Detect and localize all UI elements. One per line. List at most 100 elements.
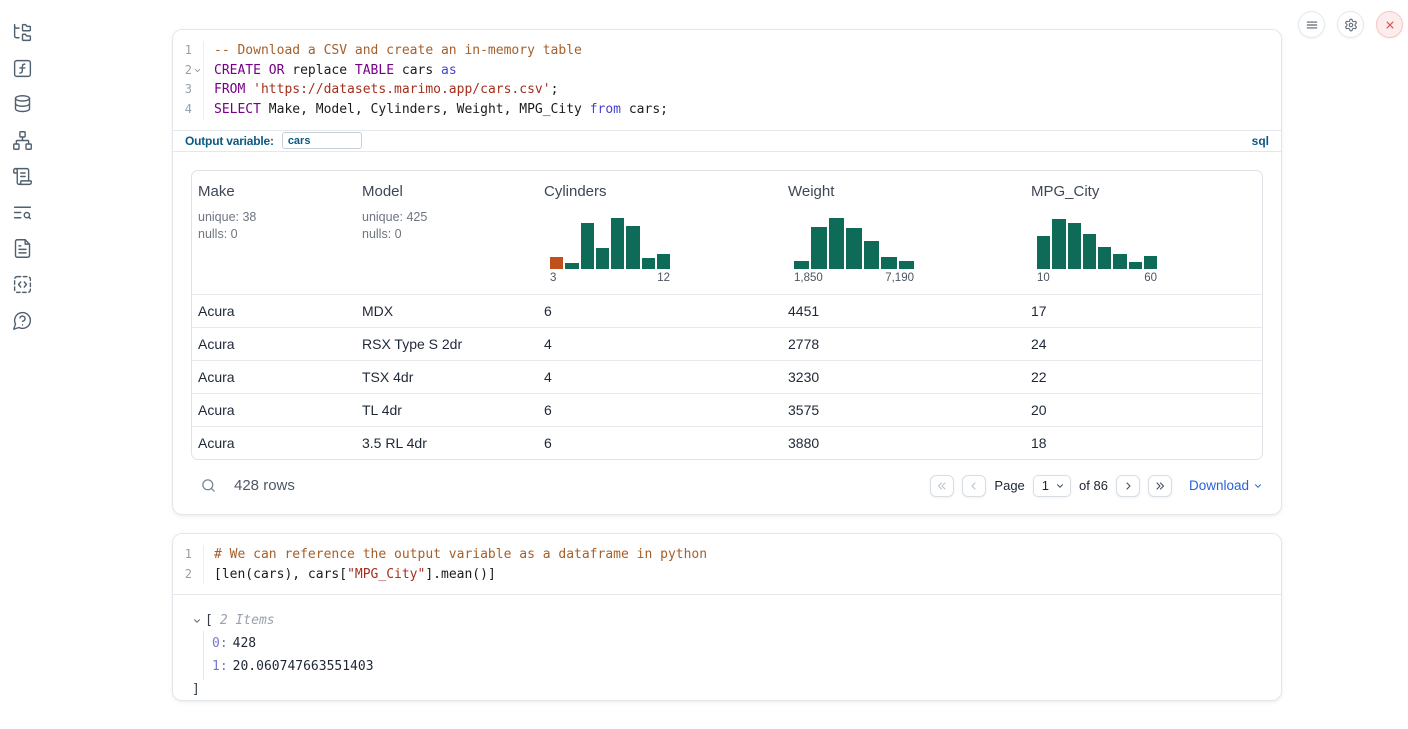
column-header-mpg-city[interactable]: MPG_City 10 60 [1025,171,1262,294]
sidebar-item-documentation[interactable] [11,237,33,259]
histogram-bar[interactable] [1129,262,1142,269]
table-row[interactable]: Acura MDX 6 4451 17 [192,294,1262,327]
histogram-bar[interactable] [657,254,670,269]
column-stat-nulls: nulls: 0 [198,226,350,243]
sidebar-item-help[interactable] [11,309,33,331]
table-cell: 17 [1025,295,1262,327]
histogram-bar[interactable] [811,227,826,269]
settings-button[interactable] [1337,11,1364,38]
code-line[interactable]: 2 CREATE OR replace TABLE cars as [173,61,1281,81]
table-header-row: Make unique: 38 nulls: 0 Model unique: 4… [192,171,1262,294]
sidebar-item-snippets[interactable] [11,273,33,295]
output-variable-input[interactable] [282,132,362,149]
table-cell: 3880 [782,427,1025,459]
mpg-city-histogram[interactable]: 10 60 [1037,217,1157,284]
histogram-bar[interactable] [596,248,609,269]
histogram-bar[interactable] [642,258,655,269]
file-explorer-icon [12,22,33,43]
tree-children: 0:428 1:20.060747663551403 [203,631,1263,680]
sidebar-item-logs[interactable] [11,201,33,223]
table-footer: 428 rows Page 1 of 86 [173,460,1281,514]
collapse-toggle[interactable] [192,616,203,627]
histogram-bar[interactable] [881,257,896,269]
code-line[interactable]: 2 [len(cars), cars["MPG_City"].mean()] [173,565,1281,585]
sql-comment: -- Download a CSV and create an in-memor… [214,43,582,58]
scratchpad-icon [12,166,33,187]
page-select-value: 1 [1042,478,1049,493]
histogram-bar[interactable] [1037,236,1050,269]
table-cell: 6 [538,427,782,459]
sidebar-item-file-explorer[interactable] [11,21,33,43]
histogram-bar[interactable] [899,261,914,269]
table-cell: 22 [1025,361,1262,393]
histogram-bar[interactable] [846,228,861,269]
notebook-menu-button[interactable] [1298,11,1325,38]
previous-page-button[interactable] [962,475,986,497]
topbar-controls [1298,11,1403,38]
hist-max-label: 7,190 [885,272,914,284]
close-icon [1383,18,1397,32]
histogram-bar[interactable] [1113,254,1126,269]
fold-chevron-icon[interactable] [193,66,202,75]
first-page-button[interactable] [930,475,954,497]
table-cell: 2778 [782,328,1025,360]
list-item: 1:20.060747663551403 [212,656,1263,679]
shutdown-button[interactable] [1376,11,1403,38]
histogram-bar[interactable] [565,263,578,269]
column-header-weight[interactable]: Weight 1,850 7,190 [782,171,1025,294]
histogram-bar[interactable] [550,257,563,269]
histogram-bar[interactable] [611,218,624,269]
column-header-cylinders[interactable]: Cylinders 3 12 [538,171,782,294]
histogram-bar[interactable] [1052,219,1065,269]
sidebar-item-dependency-graph[interactable] [11,129,33,151]
line-number: 1 [185,41,192,61]
chevron-right-icon [1122,480,1134,492]
pagination: Page 1 of 86 Download [930,475,1263,497]
histogram-bar[interactable] [794,261,809,269]
sql-code-editor[interactable]: 1 -- Download a CSV and create an in-mem… [173,30,1281,130]
snippets-icon [12,274,33,295]
column-header-model[interactable]: Model unique: 425 nulls: 0 [356,171,538,294]
table-row[interactable]: Acura TSX 4dr 4 3230 22 [192,360,1262,393]
table-row[interactable]: Acura RSX Type S 2dr 4 2778 24 [192,327,1262,360]
sidebar-item-datasources[interactable] [11,93,33,115]
table-cell: 3575 [782,394,1025,426]
column-stat-unique: unique: 425 [362,209,532,226]
page-select[interactable]: 1 [1033,475,1071,497]
sidebar-item-functions[interactable] [11,57,33,79]
line-number: 2 [185,61,192,81]
histogram-bar[interactable] [1083,234,1096,269]
dependency-graph-icon [12,130,33,151]
histogram-bar[interactable] [1068,223,1081,269]
python-output-tree: [ 2 Items 0:428 1:20.060747663551403 ] [173,595,1281,700]
python-code-editor[interactable]: 1 # We can reference the output variable… [173,534,1281,594]
code-line[interactable]: 4 SELECT Make, Model, Cylinders, Weight,… [173,100,1281,120]
output-variable-bar: Output variable: sql [173,130,1281,152]
histogram-bar[interactable] [864,241,879,269]
table-search-button[interactable] [199,477,217,495]
code-line[interactable]: 1 -- Download a CSV and create an in-mem… [173,41,1281,61]
column-stat-nulls: nulls: 0 [362,226,532,243]
code-line[interactable]: 1 # We can reference the output variable… [173,545,1281,565]
weight-histogram[interactable]: 1,850 7,190 [794,217,914,284]
next-page-button[interactable] [1116,475,1140,497]
histogram-bar[interactable] [1098,247,1111,269]
functions-icon [12,58,33,79]
download-button[interactable]: Download [1189,478,1263,493]
histogram-bar[interactable] [829,218,844,269]
column-header-make[interactable]: Make unique: 38 nulls: 0 [192,171,356,294]
cylinders-histogram[interactable]: 3 12 [550,217,670,284]
histogram-bar[interactable] [1144,256,1157,269]
table-row[interactable]: Acura TL 4dr 6 3575 20 [192,393,1262,426]
sidebar-item-scratchpad[interactable] [11,165,33,187]
histogram-bar[interactable] [581,223,594,269]
last-page-button[interactable] [1148,475,1172,497]
table-row[interactable]: Acura 3.5 RL 4dr 6 3880 18 [192,426,1262,459]
hist-max-label: 12 [657,272,670,284]
code-line[interactable]: 3 FROM 'https://datasets.marimo.app/cars… [173,80,1281,100]
column-name: Make [198,183,350,200]
table-cell: 3230 [782,361,1025,393]
table-cell: 24 [1025,328,1262,360]
histogram-bar[interactable] [626,226,639,269]
line-number: 1 [185,545,192,565]
